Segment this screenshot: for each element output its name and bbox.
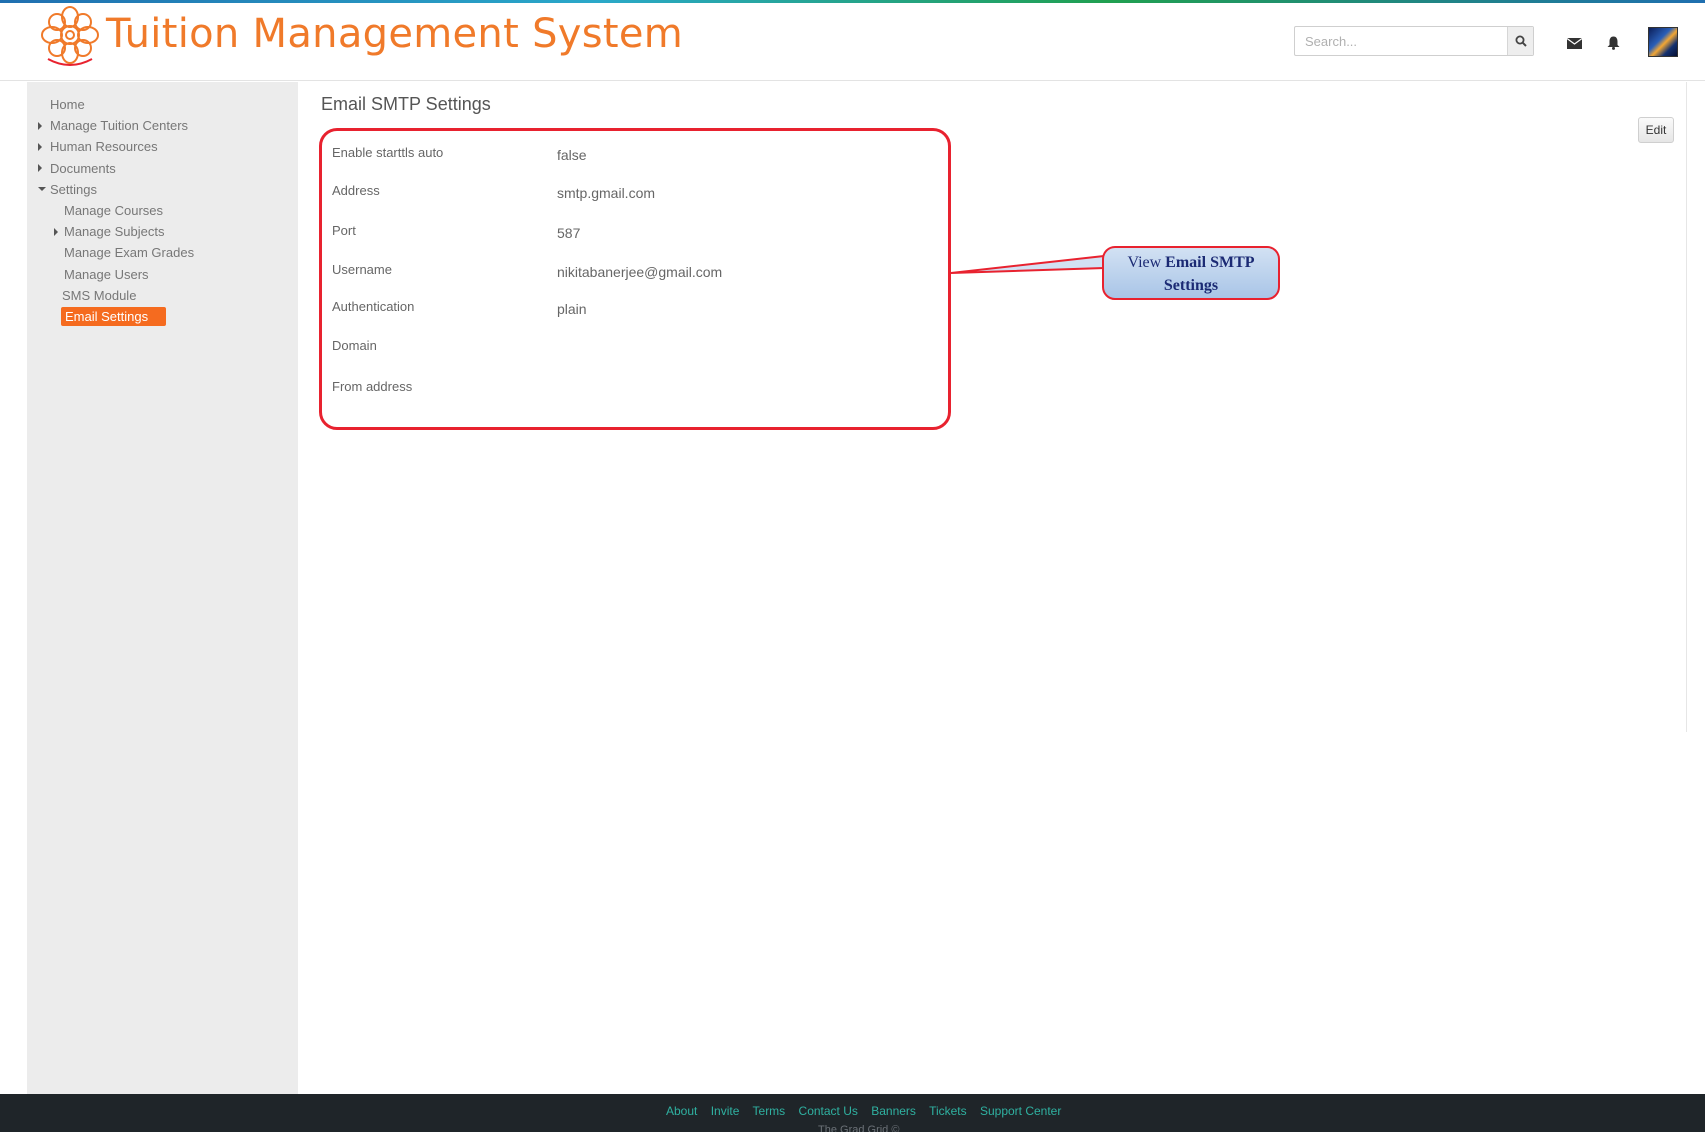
main-content: Email SMTP Settings Edit Enable starttls… (298, 82, 1686, 1094)
sidebar-item-home[interactable]: Home (27, 94, 298, 115)
field-label: Port (332, 223, 356, 238)
sidebar-item-manage-users[interactable]: Manage Users (27, 264, 298, 285)
field-value: false (557, 147, 587, 163)
field-label: Authentication (332, 299, 415, 314)
field-row-port: Port 587 (332, 223, 932, 243)
sidebar-item-label: SMS Module (62, 287, 137, 303)
sidebar-item-label: Manage Exam Grades (64, 245, 195, 261)
search-button[interactable] (1507, 27, 1533, 55)
caret-right-icon (38, 164, 42, 173)
field-value: 587 (557, 225, 581, 241)
callout-prefix: View (1127, 254, 1162, 271)
sidebar: Home Manage Tuition Centers Human Resour… (27, 82, 298, 1094)
smtp-settings-panel: Enable starttls auto false Address smtp.… (319, 128, 951, 430)
field-value: plain (557, 301, 587, 317)
page-title: Email SMTP Settings (321, 94, 491, 114)
field-row-domain: Domain (332, 338, 932, 358)
sidebar-item-manage-tuition-centers[interactable]: Manage Tuition Centers (27, 115, 298, 136)
caret-right-icon (38, 142, 42, 151)
footer-links: About Invite Terms Contact Us Banners Ti… (666, 1104, 1071, 1118)
search-icon (1515, 35, 1527, 47)
search-input[interactable] (1295, 27, 1507, 55)
avatar[interactable] (1648, 27, 1678, 57)
field-label: Enable starttls auto (332, 145, 444, 160)
caret-right-icon (54, 227, 58, 236)
caret-down-icon (38, 187, 46, 192)
sidebar-item-label: Manage Courses (64, 203, 163, 219)
sidebar-item-label: Manage Tuition Centers (50, 118, 189, 134)
sidebar-item-settings[interactable]: Settings (27, 179, 298, 200)
sidebar-item-human-resources[interactable]: Human Resources (27, 136, 298, 157)
app-title: Tuition Management System (106, 11, 684, 57)
sidebar-item-documents[interactable]: Documents (27, 158, 298, 179)
sidebar-item-label: Manage Subjects (64, 224, 165, 240)
right-divider (1686, 82, 1687, 732)
footer-link-tickets[interactable]: Tickets (929, 1104, 967, 1118)
footer-link-banners[interactable]: Banners (871, 1104, 916, 1118)
field-row-from-address: From address (332, 379, 932, 399)
sidebar-item-label: Human Resources (50, 139, 158, 155)
footer-link-invite[interactable]: Invite (711, 1104, 740, 1118)
field-label: Username (332, 262, 392, 277)
mail-icon (1566, 37, 1582, 49)
sidebar-nav: Home Manage Tuition Centers Human Resour… (27, 94, 298, 327)
footer: About Invite Terms Contact Us Banners Ti… (0, 1094, 1705, 1132)
header: Tuition Management System (0, 3, 1705, 81)
sidebar-item-label: Documents (50, 160, 116, 176)
callout-bold-line2: Settings (1163, 277, 1219, 294)
footer-link-about[interactable]: About (666, 1104, 697, 1118)
callout-bold-line1: Email SMTP (1165, 254, 1255, 271)
field-row-address: Address smtp.gmail.com (332, 183, 932, 203)
sidebar-item-label: Email Settings (61, 306, 167, 326)
footer-link-contact-us[interactable]: Contact Us (799, 1104, 858, 1118)
bell-icon (1607, 36, 1619, 50)
copyright: The Grad Grid © (818, 1124, 900, 1132)
sidebar-item-label: Home (50, 97, 85, 113)
caret-right-icon (38, 121, 42, 130)
sidebar-item-label: Manage Users (64, 266, 149, 282)
field-row-username: Username nikitabanerjee@gmail.com (332, 262, 932, 282)
field-label: From address (332, 379, 413, 394)
edit-button[interactable]: Edit (1638, 117, 1674, 143)
field-label: Address (332, 183, 380, 198)
sidebar-item-manage-courses[interactable]: Manage Courses (27, 200, 298, 221)
sidebar-item-email-settings[interactable]: Email Settings (27, 306, 298, 327)
search-box (1294, 26, 1534, 56)
mail-button[interactable] (1565, 35, 1583, 51)
field-value: smtp.gmail.com (557, 185, 656, 201)
field-label: Domain (332, 338, 377, 353)
annotation-callout: View Email SMTP Settings (1102, 246, 1280, 300)
footer-link-support-center[interactable]: Support Center (980, 1104, 1061, 1118)
notifications-button[interactable] (1604, 35, 1622, 51)
footer-link-terms[interactable]: Terms (753, 1104, 786, 1118)
field-row-authentication: Authentication plain (332, 299, 932, 319)
sidebar-item-label: Settings (50, 181, 97, 197)
logo-icon[interactable] (38, 5, 102, 69)
field-row-enable-starttls-auto: Enable starttls auto false (332, 145, 932, 165)
sidebar-item-sms-module[interactable]: SMS Module (27, 285, 298, 306)
field-value: nikitabanerjee@gmail.com (557, 264, 723, 280)
sidebar-item-manage-exam-grades[interactable]: Manage Exam Grades (27, 242, 298, 263)
sidebar-item-manage-subjects[interactable]: Manage Subjects (27, 221, 298, 242)
